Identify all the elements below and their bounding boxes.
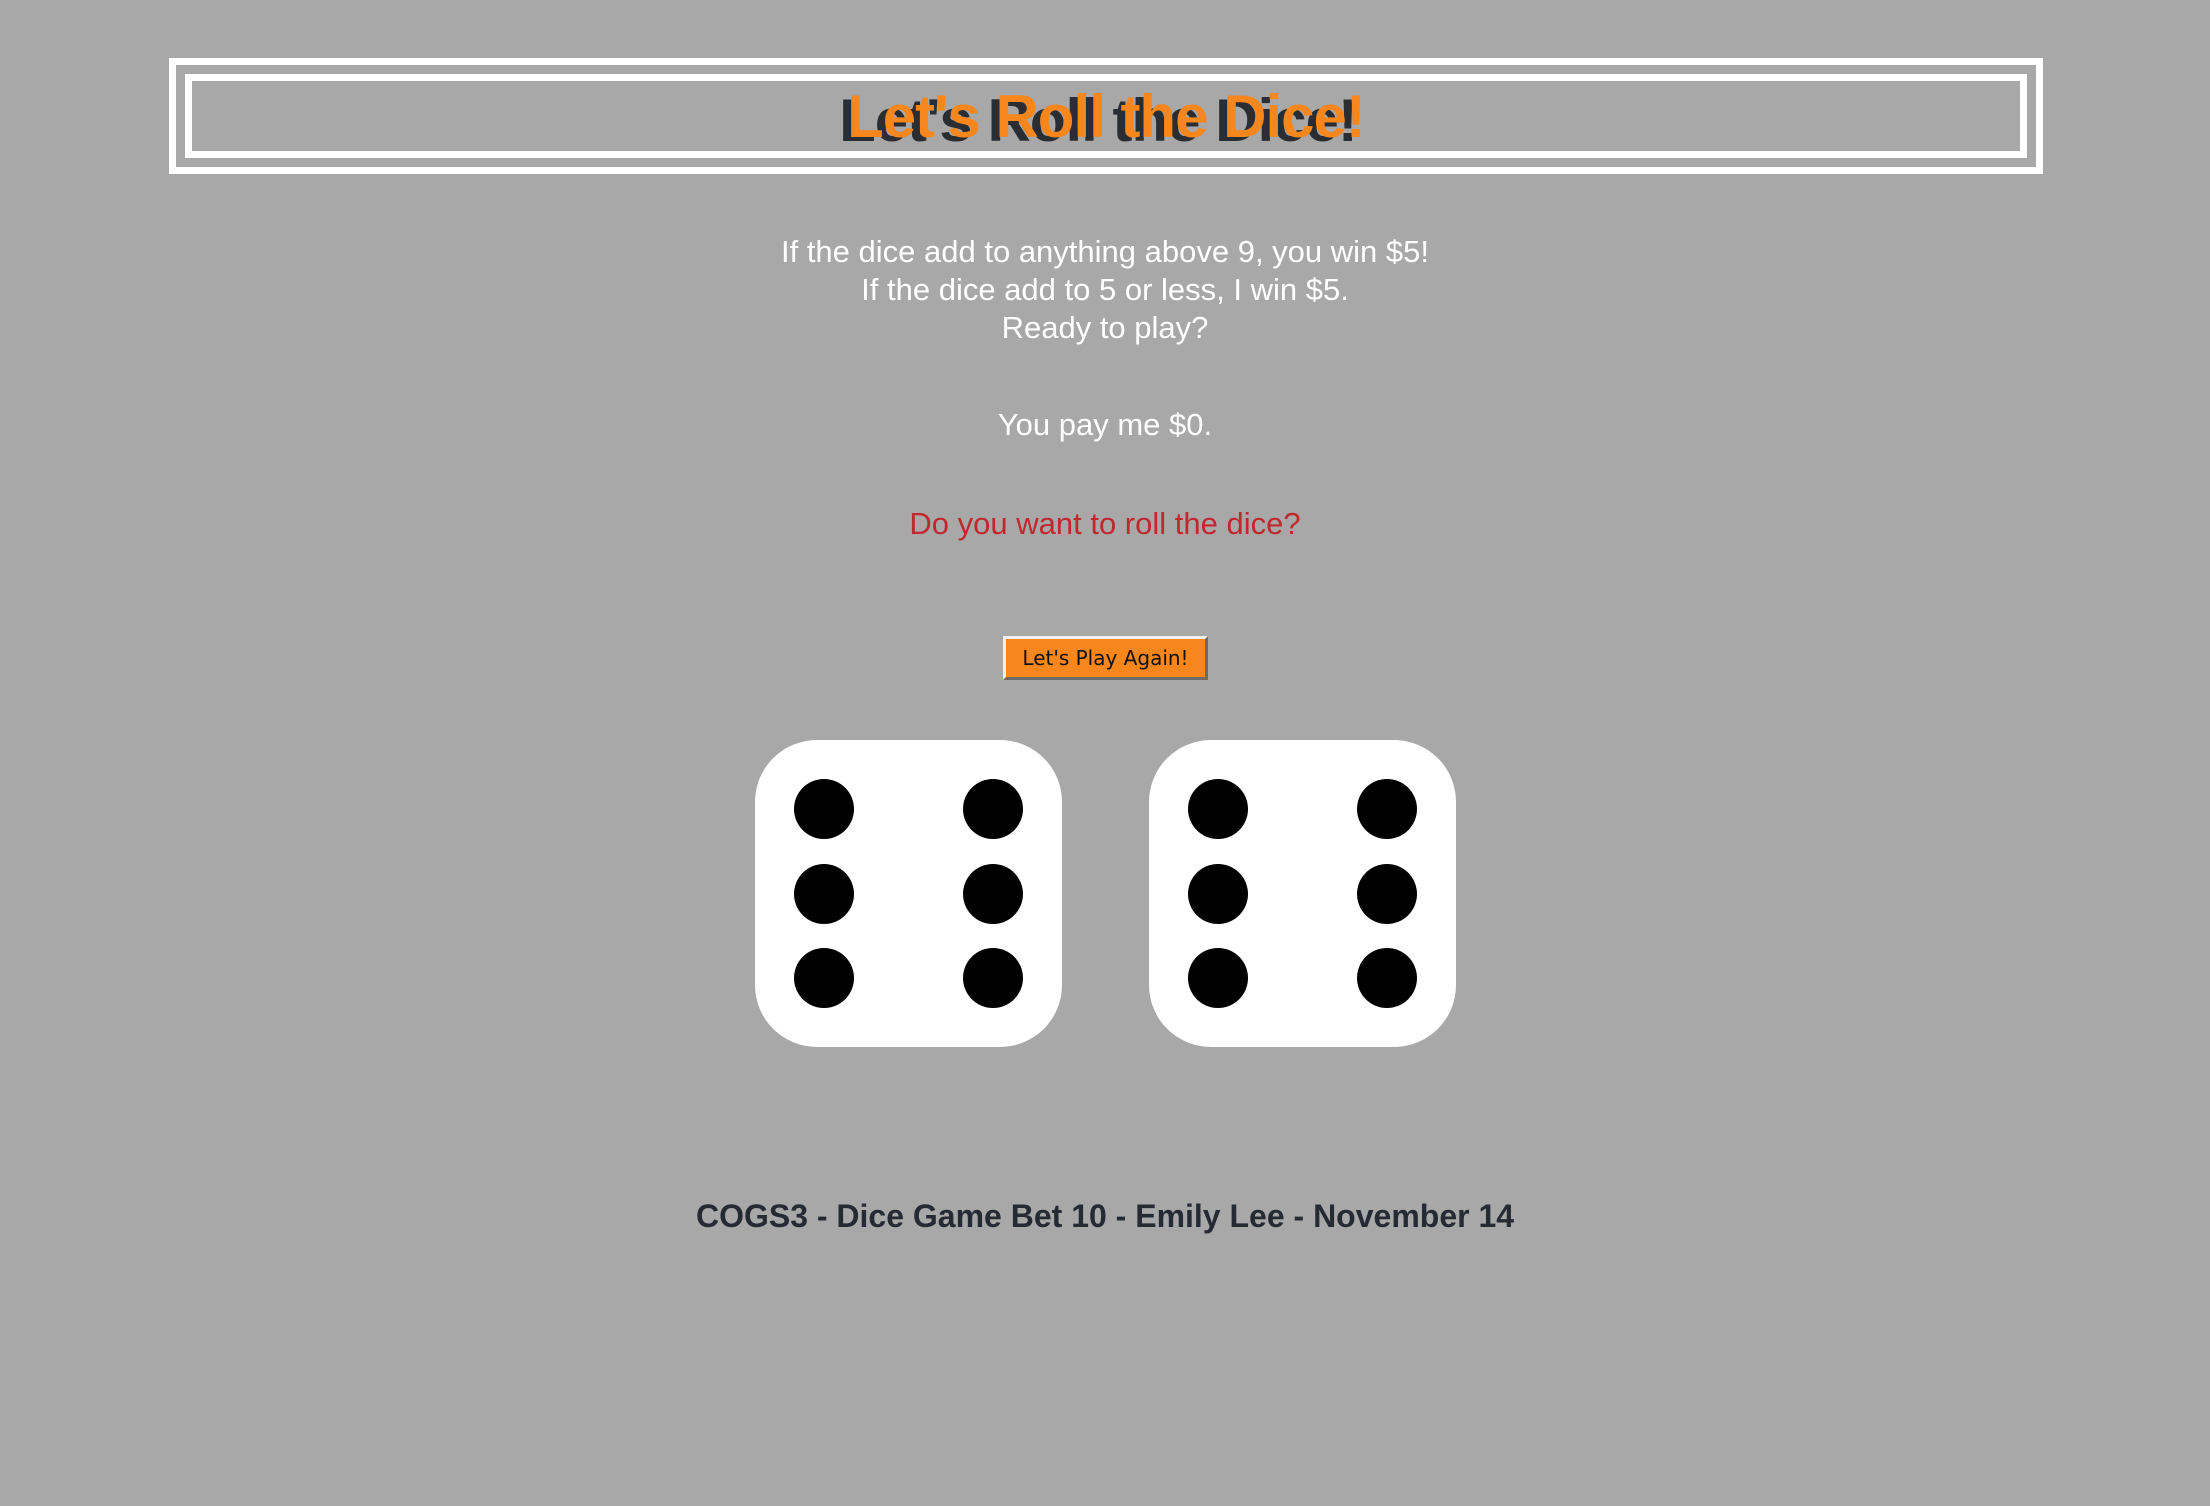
die-pip — [794, 863, 855, 924]
title-frame: Let's Roll the Dice! — [169, 58, 2043, 174]
die-pip — [962, 863, 1023, 924]
die-pip — [1356, 779, 1417, 840]
die-pip — [1356, 863, 1417, 924]
die-pip — [1188, 947, 1249, 1008]
die-pip — [1188, 779, 1249, 840]
payment-result: You pay me $0. — [997, 407, 1213, 442]
rules-text: If the dice add to anything above 9, you… — [0, 233, 2210, 347]
die-pip — [1188, 863, 1249, 924]
rule-win: If the dice add to anything above 9, you… — [780, 234, 1429, 269]
die-pip — [962, 779, 1023, 840]
die-pip — [794, 947, 855, 1008]
footer-credit: COGS3 - Dice Game Bet 10 - Emily Lee - N… — [695, 1198, 1515, 1234]
ready-question: Ready to play? — [1001, 310, 1209, 345]
die-pip — [794, 779, 855, 840]
title-frame-inner: Let's Roll the Dice! — [185, 74, 2027, 158]
die-pip — [962, 947, 1023, 1008]
rule-lose: If the dice add to 5 or less, I win $5. — [861, 272, 1349, 307]
die-right — [1149, 740, 1456, 1047]
roll-prompt: Do you want to roll the dice? — [909, 506, 1301, 541]
die-pip — [1356, 947, 1417, 1008]
die-left — [755, 740, 1062, 1047]
play-again-button[interactable]: Let's Play Again! — [1003, 636, 1208, 680]
page-title: Let's Roll the Dice! — [847, 82, 1366, 150]
